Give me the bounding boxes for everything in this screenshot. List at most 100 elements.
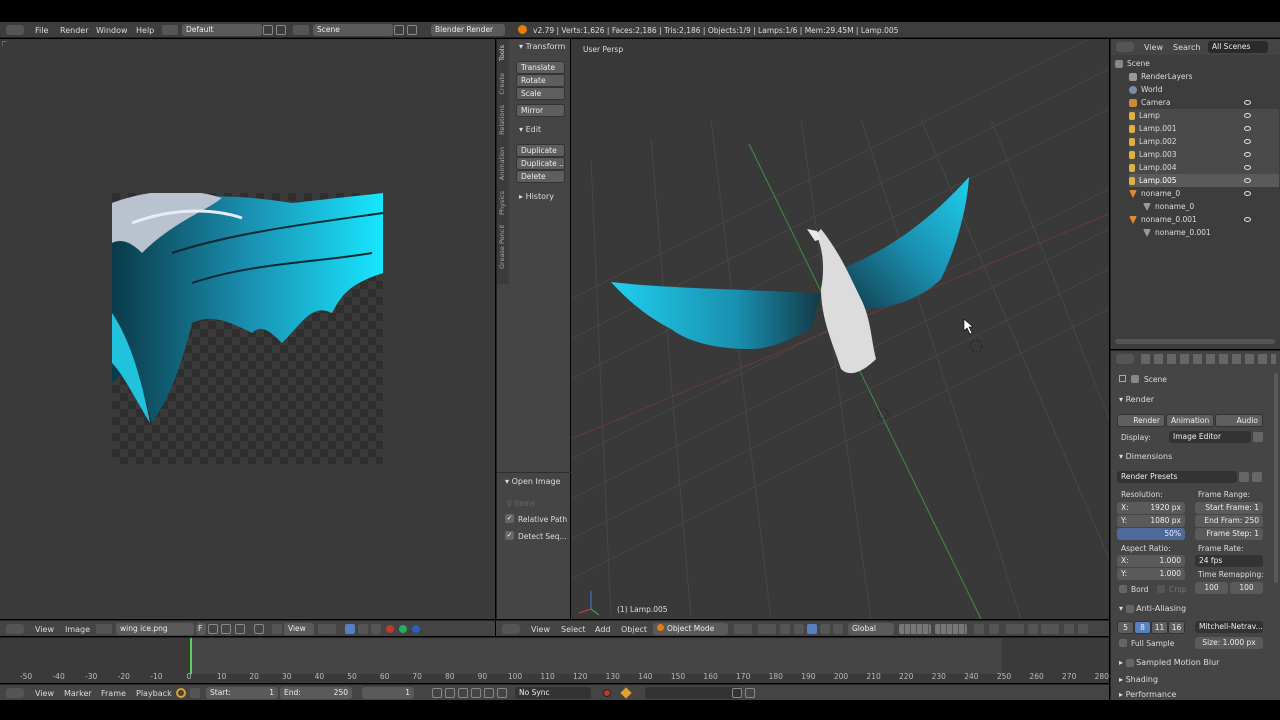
remap-new-field[interactable]: 100: [1230, 582, 1263, 594]
tab-animation[interactable]: Animation: [498, 147, 506, 180]
prev-keyframe-icon[interactable]: [445, 688, 455, 698]
timeline[interactable]: -50 -40 -30 -20 -10 0 10 20 30 40 50 60 70 80 90 100 110…: [0, 637, 1109, 683]
menu-add[interactable]: Add: [595, 625, 611, 634]
delete-keyframe-icon[interactable]: [745, 688, 755, 698]
outliner-row-lamp-004[interactable]: Lamp.004: [1129, 161, 1279, 174]
full-sample-checkbox[interactable]: [1119, 639, 1127, 647]
view-mode-select[interactable]: View: [284, 623, 314, 635]
layers-widget[interactable]: [899, 624, 931, 634]
layout-remove-icon[interactable]: [276, 25, 286, 35]
render-animation-icon[interactable]: [1078, 624, 1088, 634]
frame-step-field[interactable]: Frame Step: 1: [1195, 528, 1263, 540]
3d-viewport[interactable]: User Persp (1) Lamp.005: [571, 39, 1109, 619]
scale-manipulator-icon[interactable]: [820, 624, 830, 634]
edit-panel-header[interactable]: ▾ Edit: [519, 125, 541, 134]
sync-mode-select[interactable]: No Sync: [515, 687, 591, 699]
layout-add-icon[interactable]: [263, 25, 273, 35]
relative-path-checkbox[interactable]: ✓: [505, 514, 514, 523]
snap-element-icon[interactable]: [1041, 624, 1059, 634]
menu-view[interactable]: View: [35, 625, 54, 634]
outliner-row-world[interactable]: World: [1129, 83, 1163, 96]
info-editor-icon[interactable]: [6, 25, 24, 35]
image-editor[interactable]: [0, 39, 495, 619]
proportional-edit-icon[interactable]: [1006, 624, 1024, 634]
outliner-row-lamp-005[interactable]: Lamp.005: [1129, 174, 1279, 187]
scale-button[interactable]: Scale: [516, 87, 565, 100]
tab-grease-pencil[interactable]: Grease Pencil: [498, 225, 506, 269]
lock-interface-icon[interactable]: [1253, 432, 1263, 442]
mode-select[interactable]: Object Mode: [653, 623, 728, 635]
image-canvas[interactable]: [112, 193, 383, 464]
manipulator-toggle-icon[interactable]: [780, 624, 790, 634]
open-image-panel-header[interactable]: ▾ Open Image: [505, 477, 561, 486]
lock-layers-icon[interactable]: [974, 624, 984, 634]
visibility-eye-icon[interactable]: [1244, 152, 1251, 157]
visibility-eye-icon[interactable]: [1244, 113, 1251, 118]
pin-icon[interactable]: [254, 624, 264, 634]
duplicate-linked-button[interactable]: Duplicate ...: [516, 157, 565, 170]
scene-add-icon[interactable]: [394, 25, 404, 35]
open-image-icon[interactable]: [221, 624, 231, 634]
resolution-percent-field[interactable]: 50%: [1117, 528, 1185, 540]
outliner-row-noname-0-mesh[interactable]: noname_0: [1143, 200, 1194, 213]
menu-playback[interactable]: Playback: [136, 689, 172, 698]
aa-samples-8[interactable]: 8: [1134, 621, 1151, 634]
visibility-eye-icon[interactable]: [1244, 165, 1251, 170]
current-frame-line[interactable]: [190, 638, 192, 674]
menu-search[interactable]: Search: [1173, 43, 1200, 52]
editor-type-icon[interactable]: [6, 624, 24, 634]
red-channel-icon[interactable]: [386, 625, 394, 633]
dimensions-panel-header[interactable]: ▾ Dimensions: [1119, 452, 1172, 461]
keying-set-field[interactable]: [645, 687, 741, 699]
render-layer-icon[interactable]: [989, 624, 999, 634]
visibility-eye-icon[interactable]: [1244, 139, 1251, 144]
pin-icon[interactable]: [1119, 375, 1126, 382]
tab-relations[interactable]: Relations: [498, 105, 506, 135]
display-mode-select[interactable]: All Scenes: [1208, 41, 1268, 53]
menu-window[interactable]: Window: [96, 26, 128, 35]
crop-checkbox[interactable]: [1157, 585, 1165, 593]
auto-keying-icon[interactable]: [603, 689, 611, 697]
detect-sequences-checkbox[interactable]: ✓: [505, 531, 514, 540]
next-keyframe-icon[interactable]: [484, 688, 494, 698]
unlink-image-icon[interactable]: [235, 624, 245, 634]
corner-widget[interactable]: [2, 41, 7, 46]
pivot-icon[interactable]: [318, 624, 336, 634]
duplicate-button[interactable]: Duplicate: [516, 144, 565, 157]
transform-panel-header[interactable]: ▾ Transform: [519, 42, 565, 51]
anti-aliasing-checkbox[interactable]: [1125, 604, 1134, 613]
outliner-row-noname-0-001-mesh[interactable]: noname_0.001: [1143, 226, 1211, 239]
outliner-row-lamp-002[interactable]: Lamp.002: [1129, 135, 1279, 148]
editor-type-icon[interactable]: [1116, 42, 1134, 52]
current-frame-field[interactable]: 1: [362, 687, 414, 699]
menu-view[interactable]: View: [1144, 43, 1163, 52]
fake-user-button[interactable]: F: [196, 623, 206, 635]
context-tabs[interactable]: [1141, 354, 1276, 364]
audio-button[interactable]: Audio: [1215, 414, 1263, 427]
end-frame-field[interactable]: End Fram: 250: [1195, 515, 1263, 527]
frame-rate-select[interactable]: 24 fps: [1195, 555, 1263, 567]
visibility-eye-icon[interactable]: [1244, 217, 1251, 222]
rotate-button[interactable]: Rotate: [516, 74, 565, 87]
remap-old-field[interactable]: 100: [1195, 582, 1228, 594]
visibility-eye-icon[interactable]: [1244, 100, 1251, 105]
lock-range-icon[interactable]: [190, 688, 200, 698]
blue-channel-icon[interactable]: [412, 625, 420, 633]
outliner-row-lamp[interactable]: Lamp: [1129, 109, 1279, 122]
filter-size-field[interactable]: Size: 1.000 px: [1195, 637, 1263, 649]
scene-icon[interactable]: [293, 25, 309, 35]
editor-type-icon[interactable]: [1116, 354, 1134, 364]
visibility-eye-icon[interactable]: [1244, 178, 1251, 183]
mirror-button[interactable]: Mirror: [516, 104, 565, 117]
rotate-manipulator-icon[interactable]: [807, 624, 817, 634]
render-button[interactable]: Render: [1117, 414, 1165, 427]
outliner-row-lamp-003[interactable]: Lamp.003: [1129, 148, 1279, 161]
render-preview-icon[interactable]: [1064, 624, 1074, 634]
editor-type-icon[interactable]: [6, 688, 24, 698]
visibility-eye-icon[interactable]: [1244, 126, 1251, 131]
snap-toggle-icon[interactable]: [1028, 624, 1038, 634]
tab-create[interactable]: Create: [498, 73, 506, 95]
scene-remove-icon[interactable]: [407, 25, 417, 35]
animation-button[interactable]: Animation: [1166, 414, 1214, 427]
performance-panel-header[interactable]: ▸ Performance: [1119, 690, 1176, 699]
